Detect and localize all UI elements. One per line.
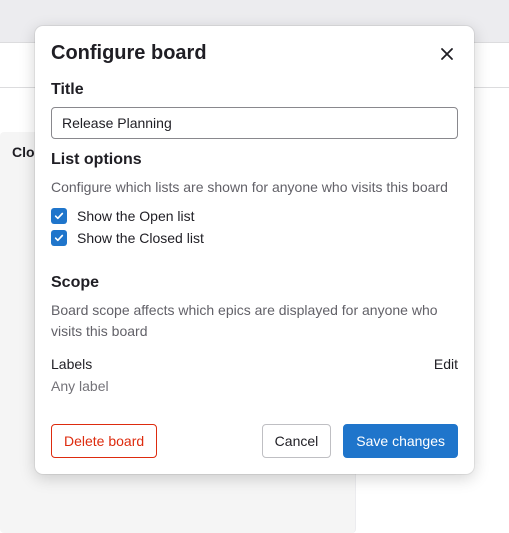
configure-board-modal: Configure board Title List options Confi… [35, 26, 474, 474]
list-options-hint: Configure which lists are shown for anyo… [51, 177, 458, 198]
checkbox-checked-icon [51, 230, 67, 246]
close-button[interactable] [436, 43, 458, 65]
labels-value: Any label [51, 378, 458, 394]
modal-header: Configure board [35, 26, 474, 73]
labels-title: Labels [51, 356, 92, 372]
modal-footer: Delete board Cancel Save changes [35, 408, 474, 474]
footer-right-group: Cancel Save changes [262, 424, 458, 458]
show-closed-list-label: Show the Closed list [77, 230, 204, 246]
title-section-label: Title [51, 81, 458, 99]
delete-board-button[interactable]: Delete board [51, 424, 157, 458]
show-open-list-checkbox[interactable]: Show the Open list [51, 208, 458, 224]
cancel-button[interactable]: Cancel [262, 424, 332, 458]
labels-row: Labels Edit [51, 356, 458, 372]
show-closed-list-checkbox[interactable]: Show the Closed list [51, 230, 458, 246]
edit-labels-button[interactable]: Edit [434, 356, 458, 372]
modal-body: Title List options Configure which lists… [35, 73, 474, 408]
board-title-input[interactable] [51, 107, 458, 139]
save-changes-button[interactable]: Save changes [343, 424, 458, 458]
scope-label: Scope [51, 274, 458, 292]
show-open-list-label: Show the Open list [77, 208, 195, 224]
list-options-label: List options [51, 151, 458, 169]
scope-hint: Board scope affects which epics are disp… [51, 300, 458, 342]
checkbox-checked-icon [51, 208, 67, 224]
close-icon [440, 49, 454, 64]
modal-title: Configure board [51, 42, 207, 65]
